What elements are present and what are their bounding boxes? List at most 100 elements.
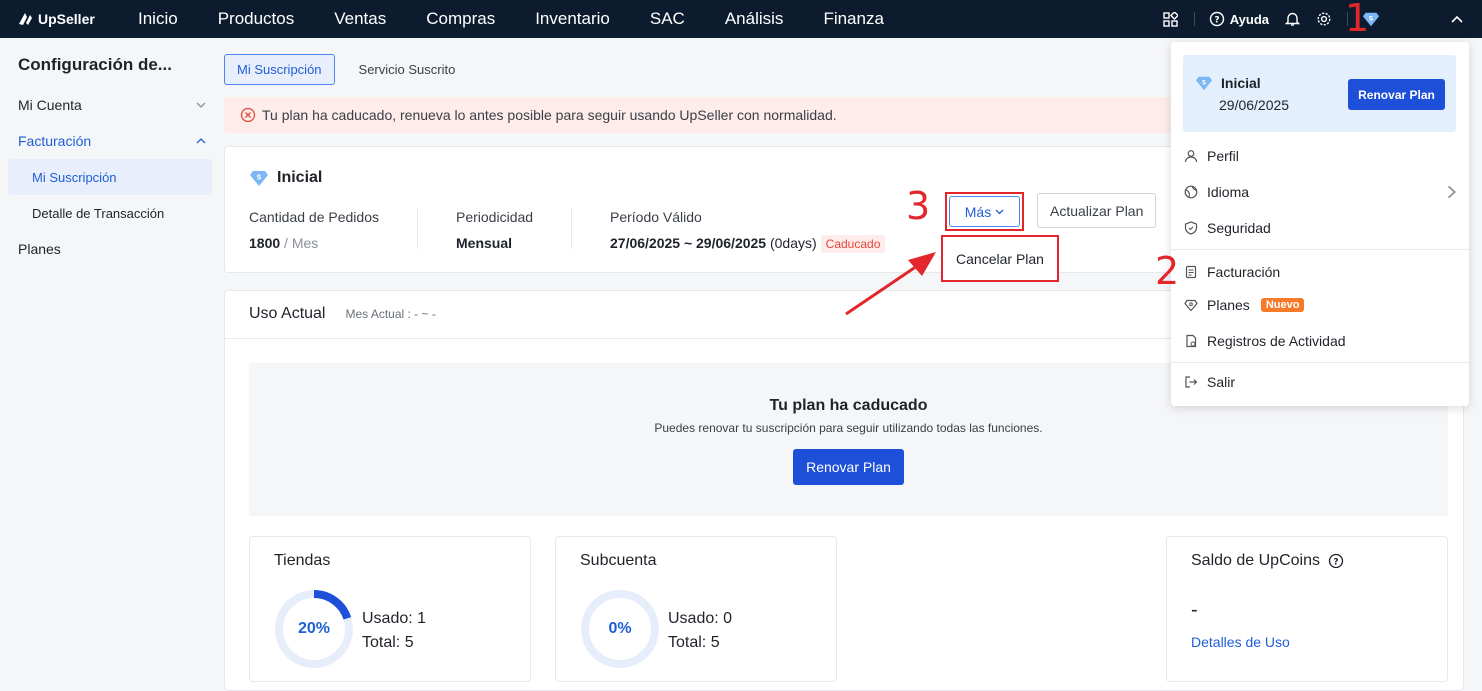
menu-divider	[1171, 362, 1469, 363]
stat-orders-value: 1800 / Mes	[249, 235, 379, 251]
stat-period-label: Periodicidad	[456, 209, 534, 225]
subaccount-counts: Usado: 0 Total: 5	[668, 607, 732, 655]
subaccount-card: Subcuenta 0% Usado: 0 Total: 5	[555, 536, 837, 682]
stores-counts: Usado: 1 Total: 5	[362, 607, 426, 655]
stat-period: Periodicidad Mensual	[456, 209, 533, 251]
nav-compras[interactable]: Compras	[426, 9, 495, 29]
upcoins-card: Saldo de UpCoins ? - Detalles de Uso	[1166, 536, 1448, 682]
usage-month: Mes Actual : - ~ -	[345, 307, 436, 321]
plan-name-label: Inicial	[277, 169, 323, 186]
subaccount-used: Usado: 0	[668, 610, 733, 627]
tab-servicio-suscrito[interactable]: Servicio Suscrito	[347, 54, 468, 85]
shield-icon	[1184, 221, 1198, 235]
menu-item-label: Salir	[1207, 374, 1236, 390]
orders-unit: / Mes	[280, 235, 319, 251]
svg-text:S: S	[1202, 79, 1207, 86]
subaccount-title: Subcuenta	[580, 552, 657, 569]
menu-item-label: Idioma	[1207, 184, 1250, 200]
chevron-up-icon	[196, 138, 206, 144]
user-dropdown-menu: S Inicial 29/06/2025 Renovar Plan Perfil…	[1171, 42, 1469, 406]
nav-inventario[interactable]: Inventario	[535, 9, 610, 29]
stat-period-value: Mensual	[456, 235, 533, 251]
annotation-arrow	[845, 252, 936, 316]
apps-grid-icon[interactable]	[1162, 10, 1180, 28]
sidebar-item-mi-suscripcion[interactable]: Mi Suscripción	[8, 159, 212, 195]
alert-text: Tu plan ha caducado, renueva lo antes po…	[262, 107, 837, 123]
diamond-icon: S	[1196, 76, 1212, 91]
more-button[interactable]: Más	[949, 196, 1020, 227]
diamond-icon: S	[250, 171, 268, 186]
subscription-tabs: Mi Suscripción Servicio Suscrito	[224, 54, 467, 85]
bell-icon[interactable]	[1283, 10, 1301, 28]
sidebar-item-detalle-transaccion[interactable]: Detalle de Transacción	[8, 195, 212, 231]
gear-icon[interactable]	[1315, 10, 1333, 28]
new-badge: Nuevo	[1260, 298, 1305, 312]
sidebar-item-mi-cuenta[interactable]: Mi Cuenta	[0, 87, 224, 123]
help-label: Ayuda	[1229, 11, 1269, 27]
menu-item-registros[interactable]: Registros de Actividad	[1171, 324, 1469, 358]
activity-log-icon	[1186, 334, 1197, 348]
menu-renew-plan-button[interactable]: Renovar Plan	[1348, 79, 1445, 110]
stat-orders-label: Cantidad de Pedidos	[249, 209, 379, 225]
svg-text:S: S	[256, 174, 261, 182]
sidebar-item-facturacion[interactable]: Facturación	[0, 123, 224, 159]
stores-percent: 20%	[297, 620, 331, 637]
tab-mi-suscripcion[interactable]: Mi Suscripción	[224, 54, 335, 85]
annotation-step-2: 2	[1155, 249, 1180, 293]
chevron-up-icon[interactable]	[1448, 10, 1466, 28]
cancel-plan-option[interactable]: Cancelar Plan	[941, 235, 1059, 282]
stores-total: Total: 5	[362, 634, 414, 651]
nav-ventas[interactable]: Ventas	[334, 9, 386, 29]
nav-inicio[interactable]: Inicio	[138, 9, 178, 29]
sidebar-item-label: Facturación	[18, 133, 92, 149]
plan-expiry-date: 29/06/2025	[1219, 97, 1290, 113]
sidebar-item-planes[interactable]: Planes	[0, 231, 224, 267]
stat-valid-label: Período Válido	[610, 209, 702, 225]
menu-item-salir[interactable]: Salir	[1171, 365, 1469, 399]
stat-valid: Período Válido 27/06/2025 ~ 29/06/2025 (…	[610, 209, 886, 253]
logout-icon	[1185, 376, 1198, 388]
sidebar-item-label: Mi Cuenta	[18, 97, 82, 113]
help-button[interactable]: ? Ayuda	[1209, 11, 1269, 27]
menu-item-seguridad[interactable]: Seguridad	[1171, 211, 1469, 245]
period-value: Mensual	[456, 235, 513, 251]
valid-range: 27/06/2025 ~ 29/06/2025	[610, 235, 767, 251]
menu-item-label: Planes	[1207, 297, 1250, 313]
nav-sac[interactable]: SAC	[650, 9, 685, 29]
upcoins-value: -	[1191, 599, 1198, 621]
valid-days: (0days)	[766, 235, 817, 251]
nav-productos[interactable]: Productos	[218, 9, 295, 29]
menu-item-idioma[interactable]: Idioma	[1171, 175, 1469, 209]
diamond-outline-icon	[1184, 299, 1198, 312]
chevron-down-icon	[196, 102, 206, 108]
svg-text:S: S	[1369, 15, 1374, 22]
update-plan-button[interactable]: Actualizar Plan	[1037, 193, 1157, 228]
menu-item-perfil[interactable]: Perfil	[1171, 139, 1469, 173]
settings-sidebar: Configuración de... Mi Cuenta Facturació…	[0, 38, 224, 691]
menu-item-label: Registros de Actividad	[1207, 333, 1346, 349]
top-navigation-bar: UpSeller Inicio Productos Ventas Compras…	[0, 0, 1482, 38]
stat-divider	[571, 209, 572, 249]
nav-analisis[interactable]: Análisis	[725, 9, 784, 29]
menu-item-planes[interactable]: Planes Nuevo	[1171, 288, 1469, 322]
menu-item-label: Seguridad	[1207, 220, 1271, 236]
more-button-highlight: Más	[945, 192, 1024, 231]
globe-icon	[1184, 185, 1198, 199]
upcoins-title: Saldo de UpCoins ?	[1191, 552, 1344, 570]
question-icon[interactable]: ?	[1328, 553, 1344, 569]
menu-item-facturacion[interactable]: Facturación	[1171, 255, 1469, 289]
menu-divider	[1171, 249, 1469, 250]
stores-used: Usado: 1	[362, 610, 427, 627]
menu-item-label: Perfil	[1207, 148, 1239, 164]
upcoins-title-label: Saldo de UpCoins	[1191, 552, 1320, 569]
more-button-label: Más	[964, 203, 992, 220]
orders-number: 1800	[249, 235, 281, 251]
help-icon: ?	[1209, 11, 1224, 27]
renew-plan-button[interactable]: Renovar Plan	[793, 449, 904, 485]
upseller-logo[interactable]: UpSeller	[16, 10, 116, 28]
usage-details-link[interactable]: Detalles de Uso	[1191, 634, 1290, 650]
upseller-logo-icon	[19, 13, 32, 25]
invoice-icon	[1185, 265, 1197, 279]
nav-finanza[interactable]: Finanza	[823, 9, 883, 29]
chevron-right-icon	[1447, 185, 1457, 199]
